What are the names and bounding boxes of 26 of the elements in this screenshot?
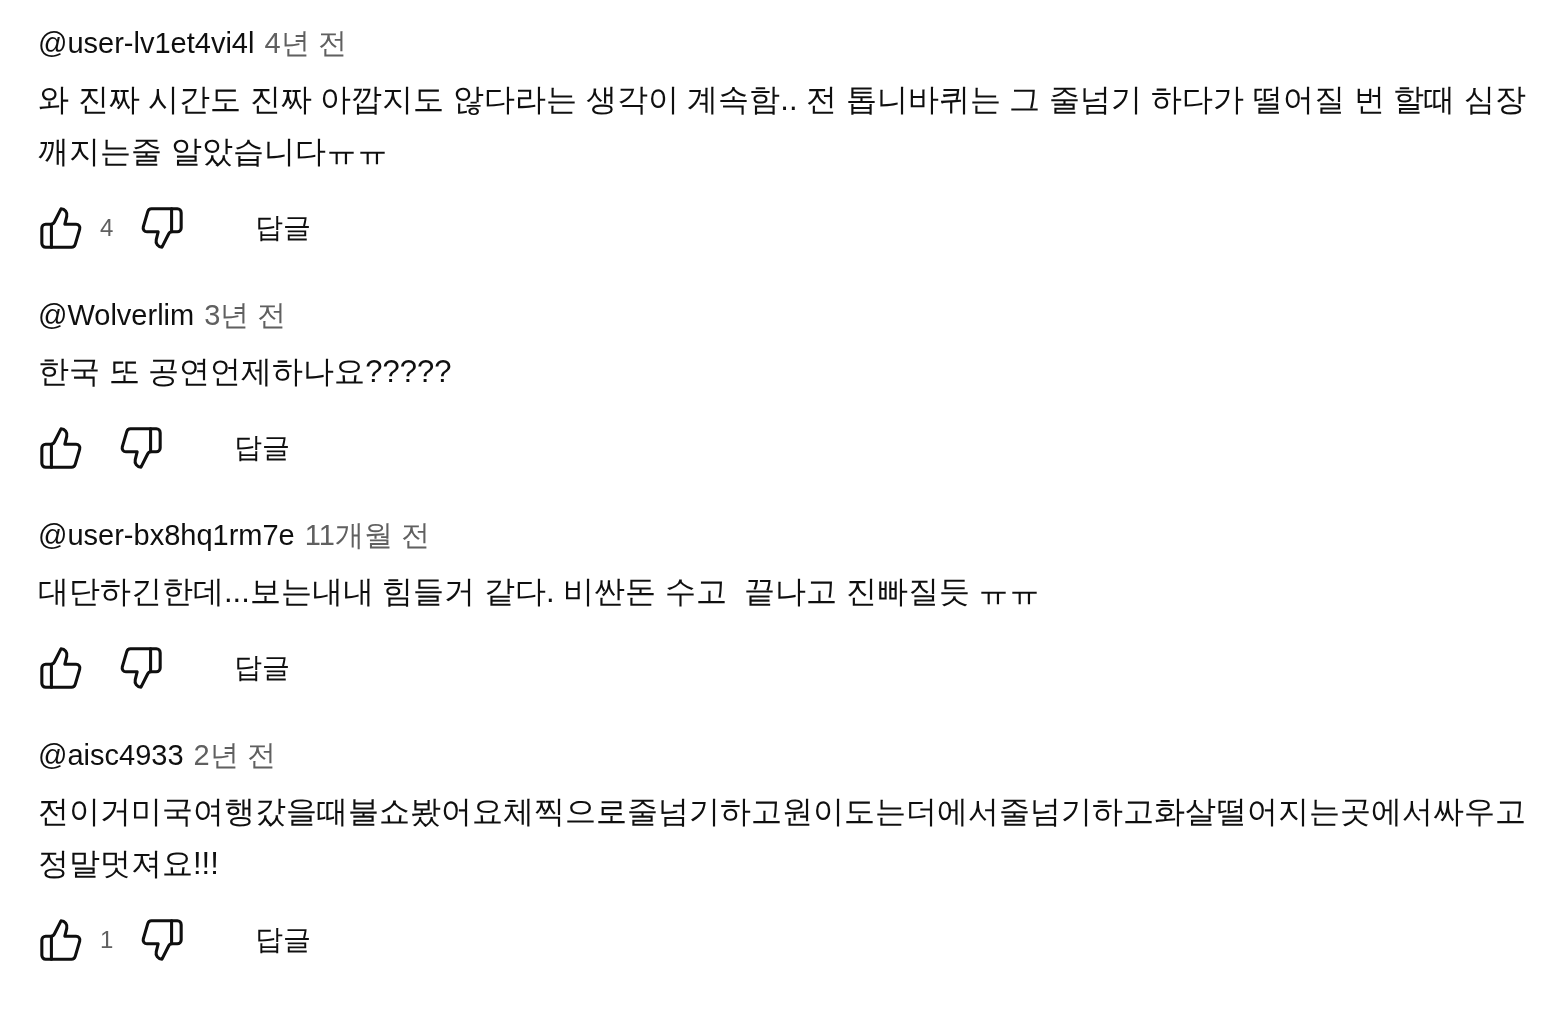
- dislike-button[interactable]: [139, 917, 186, 963]
- comment-time: 4년 전: [264, 26, 347, 61]
- comment-author[interactable]: @user-bx8hq1rm7e: [38, 519, 295, 552]
- like-button[interactable]: [38, 425, 84, 471]
- comment-time: 11개월 전: [304, 518, 430, 553]
- comment-text: 와 진짜 시간도 진짜 아깝지도 않다라는 생각이 계속함.. 전 톱니바퀴는 그 줄넘기 하다가 떨어질 번 할때 심장 깨지는줄 알았습니다ㅠㅠ: [38, 81, 1528, 171]
- like-button[interactable]: [38, 205, 84, 251]
- comment-time: 3년 전: [204, 298, 287, 333]
- comment-time: 2년 전: [193, 738, 276, 773]
- comment-author[interactable]: @aisc4933: [38, 739, 184, 772]
- like-count: 4: [100, 214, 114, 242]
- dislike-button[interactable]: [139, 205, 186, 251]
- like-button[interactable]: [38, 917, 84, 963]
- comment-text: 대단하긴한데...보는내내 힘들거 같다. 비싼돈 수고 끝나고 진빠질듯 ㅠㅠ: [38, 573, 1042, 611]
- reply-button[interactable]: 답글: [234, 649, 290, 687]
- comment-author[interactable]: @user-lv1et4vi4l: [38, 27, 255, 60]
- dislike-button[interactable]: [118, 425, 164, 471]
- comment-author[interactable]: @Wolverlim: [38, 299, 195, 332]
- comment-text: 전이거미국여행갔을때불쇼봤어요체찍으로줄넘기하고원이도는더에서줄넘기하고화살떨어지는곳에서싸우고정말멋져요!!!: [38, 793, 1527, 883]
- reply-button[interactable]: 답글: [255, 209, 312, 247]
- dislike-button[interactable]: [118, 645, 164, 691]
- reply-button[interactable]: 답글: [255, 921, 312, 959]
- like-button[interactable]: [38, 645, 84, 691]
- reply-button[interactable]: 답글: [234, 429, 290, 467]
- comment-text: 한국 또 공연언제하나요?????: [38, 353, 453, 391]
- like-count: 1: [100, 926, 114, 954]
